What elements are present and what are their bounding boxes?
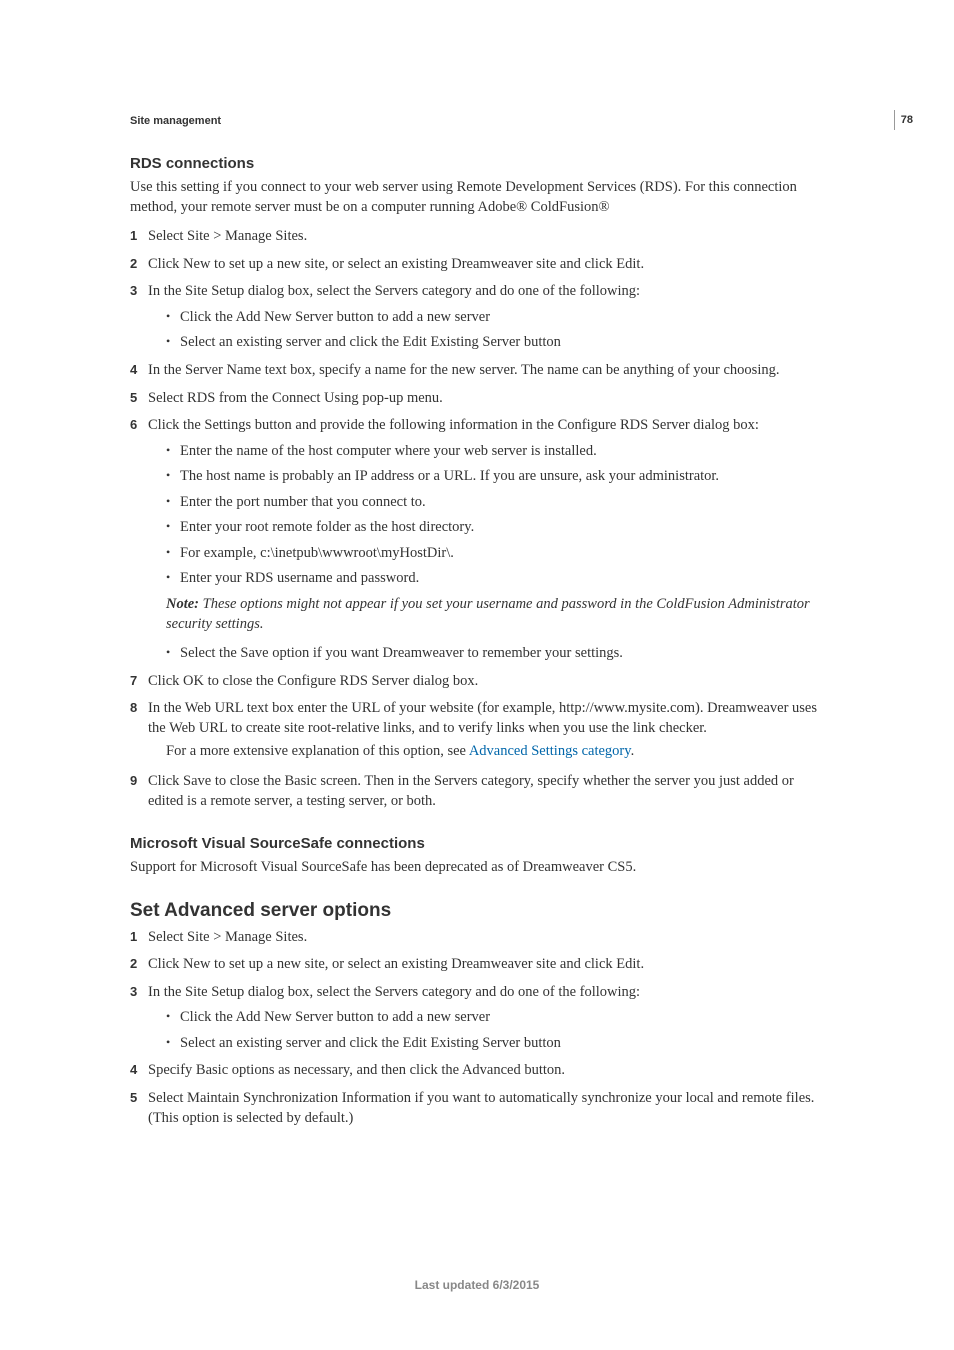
link-advanced-settings-category[interactable]: Advanced Settings category: [469, 743, 631, 759]
step-text: Select Site > Manage Sites.: [148, 929, 307, 945]
step-text: Specify Basic options as necessary, and …: [148, 1062, 565, 1078]
step-text: Click New to set up a new site, or selec…: [148, 956, 644, 972]
list-item: Select the Save option if you want Dream…: [166, 644, 824, 664]
heading-rds-connections: RDS connections: [130, 155, 824, 172]
running-header: Site management: [130, 115, 824, 127]
text-fragment: .: [631, 743, 635, 759]
list-item: 7Click OK to close the Configure RDS Ser…: [130, 672, 824, 692]
paragraph-rds-intro: Use this setting if you connect to your …: [130, 178, 824, 217]
step-text: Click OK to close the Configure RDS Serv…: [148, 673, 478, 689]
list-item: 4In the Server Name text box, specify a …: [130, 361, 824, 381]
sub-bullets: Enter the name of the host computer wher…: [166, 442, 824, 589]
list-item: Enter the port number that you connect t…: [166, 493, 824, 513]
note-body: These options might not appear if you se…: [166, 596, 810, 632]
list-item: 2Click New to set up a new site, or sele…: [130, 955, 824, 975]
list-item: 6Click the Settings button and provide t…: [130, 416, 824, 664]
step-text: In the Web URL text box enter the URL of…: [148, 700, 817, 736]
list-item: Click the Add New Server button to add a…: [166, 308, 824, 328]
list-item: Click the Add New Server button to add a…: [166, 1008, 824, 1028]
rds-steps-list: 1Select Site > Manage Sites. 2Click New …: [130, 227, 824, 811]
list-item: 1Select Site > Manage Sites.: [130, 227, 824, 247]
step-text: Click New to set up a new site, or selec…: [148, 256, 644, 272]
adv-steps-list: 1Select Site > Manage Sites. 2Click New …: [130, 928, 824, 1129]
heading-vss-connections: Microsoft Visual SourceSafe connections: [130, 835, 824, 852]
step-text: Select Site > Manage Sites.: [148, 228, 307, 244]
list-item: Select an existing server and click the …: [166, 333, 824, 353]
step-text: In the Site Setup dialog box, select the…: [148, 984, 640, 1000]
list-item: 3In the Site Setup dialog box, select th…: [130, 983, 824, 1054]
sub-bullets: Select the Save option if you want Dream…: [166, 644, 824, 664]
list-item: 3In the Site Setup dialog box, select th…: [130, 282, 824, 353]
step-text: In the Server Name text box, specify a n…: [148, 362, 779, 378]
step-text: Click the Settings button and provide th…: [148, 417, 759, 433]
step-text: Click Save to close the Basic screen. Th…: [148, 773, 794, 809]
list-item: Enter your RDS username and password.: [166, 569, 824, 589]
sub-bullets: Click the Add New Server button to add a…: [166, 1008, 824, 1053]
page-footer-date: Last updated 6/3/2015: [0, 1278, 954, 1292]
list-item: The host name is probably an IP address …: [166, 467, 824, 487]
step-text: In the Site Setup dialog box, select the…: [148, 283, 640, 299]
step-extra: For a more extensive explanation of this…: [166, 742, 824, 762]
list-item: Enter the name of the host computer wher…: [166, 442, 824, 462]
paragraph-vss-body: Support for Microsoft Visual SourceSafe …: [130, 858, 824, 878]
list-item: 5Select Maintain Synchronization Informa…: [130, 1089, 824, 1128]
list-item: 4Specify Basic options as necessary, and…: [130, 1061, 824, 1081]
list-item: 5Select RDS from the Connect Using pop-u…: [130, 389, 824, 409]
list-item: For example, c:\inetpub\wwwroot\myHostDi…: [166, 544, 824, 564]
page-number: 78: [894, 110, 919, 130]
list-item: 2Click New to set up a new site, or sele…: [130, 255, 824, 275]
list-item: 1Select Site > Manage Sites.: [130, 928, 824, 948]
step-text: Select Maintain Synchronization Informat…: [148, 1090, 814, 1126]
note-block: Note: These options might not appear if …: [166, 595, 824, 634]
text-fragment: For a more extensive explanation of this…: [166, 743, 469, 759]
list-item: Enter your root remote folder as the hos…: [166, 518, 824, 538]
step-text: Select RDS from the Connect Using pop-up…: [148, 390, 443, 406]
page-container: 78 Site management RDS connections Use t…: [0, 0, 954, 1350]
note-label: Note:: [166, 596, 203, 612]
list-item: Select an existing server and click the …: [166, 1034, 824, 1054]
list-item: 8In the Web URL text box enter the URL o…: [130, 699, 824, 762]
heading-set-advanced-server-options: Set Advanced server options: [130, 900, 824, 922]
list-item: 9Click Save to close the Basic screen. T…: [130, 772, 824, 811]
sub-bullets: Click the Add New Server button to add a…: [166, 308, 824, 353]
